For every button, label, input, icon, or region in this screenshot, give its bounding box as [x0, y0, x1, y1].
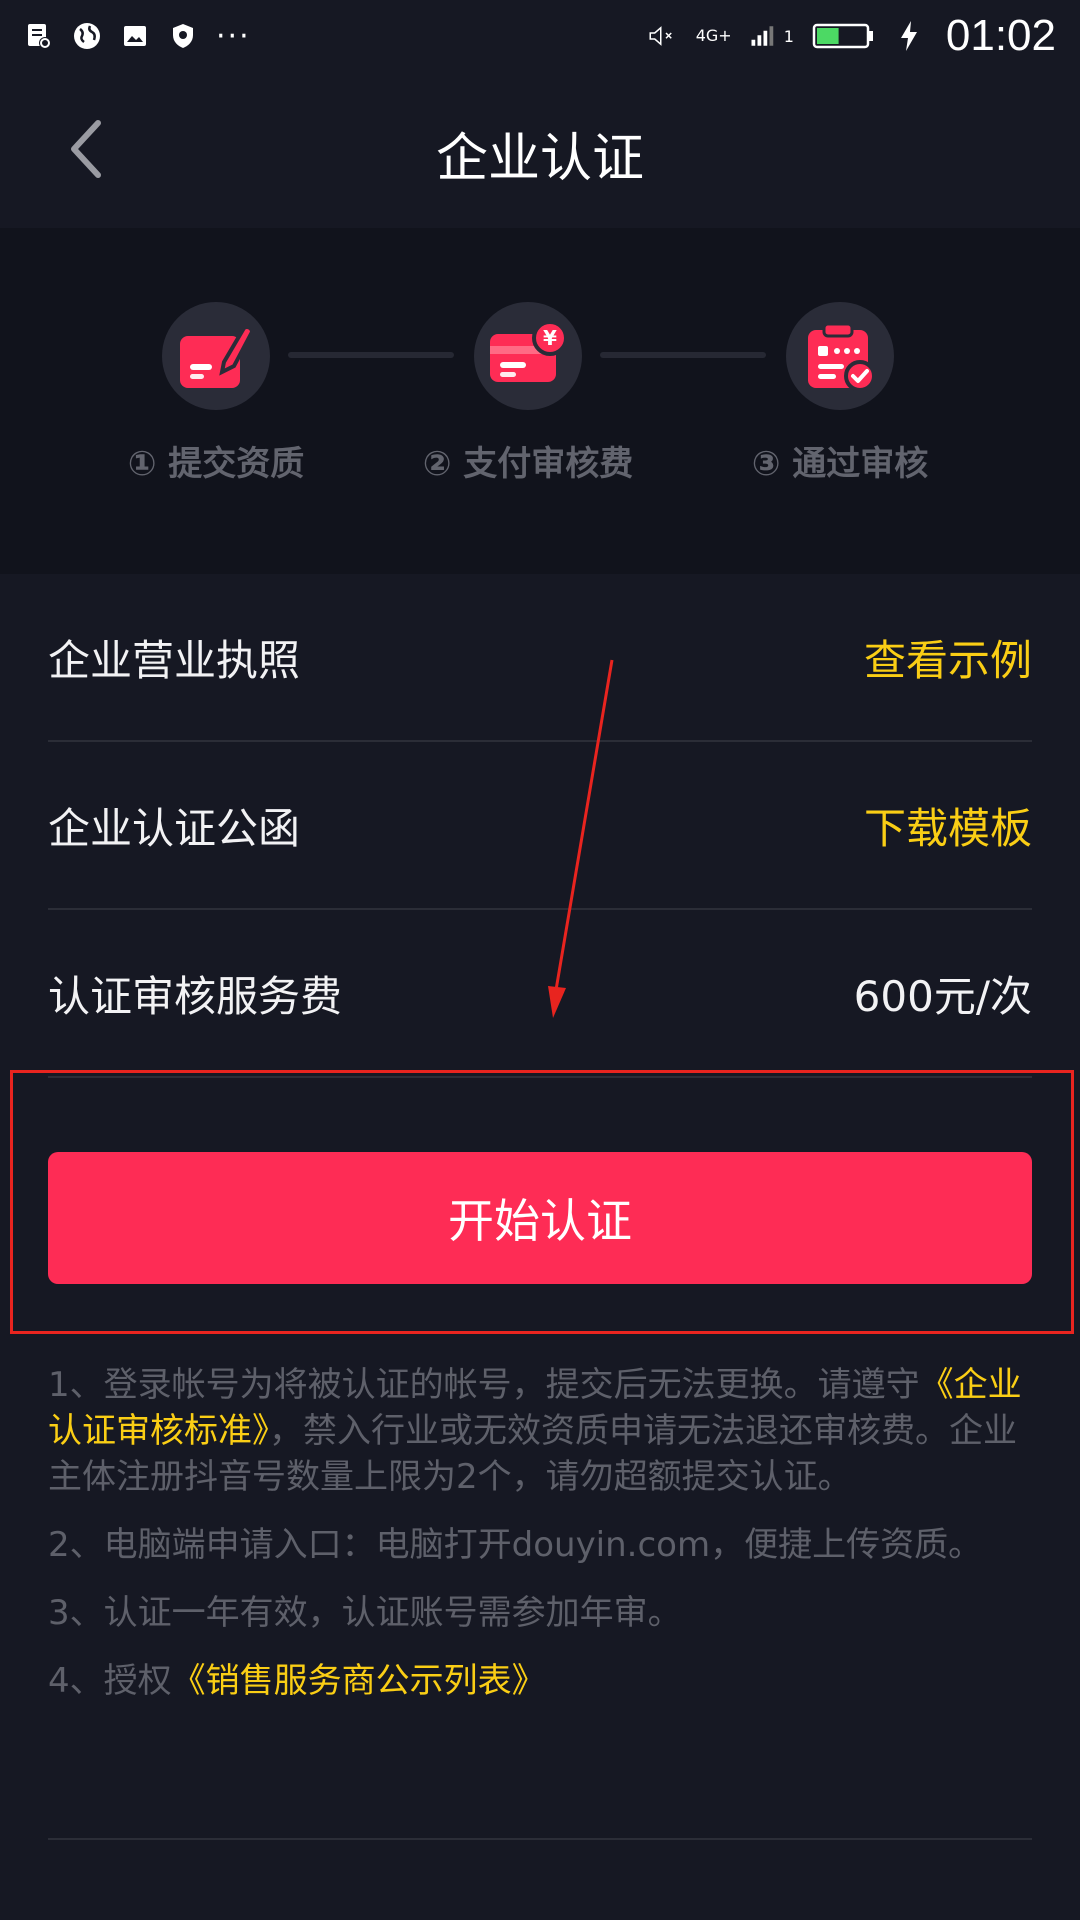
- certification-letter-label: 企业认证公函: [48, 803, 301, 853]
- start-certification-button[interactable]: 开始认证: [48, 1152, 1032, 1284]
- steps-panel: ① 提交资质 ¥ ② 支付审核费 ③ 通过审核: [0, 228, 1080, 574]
- business-license-row: 企业营业执照 查看示例: [48, 574, 1032, 742]
- globe-icon: [72, 21, 102, 51]
- network-type-label: 4G+: [695, 26, 732, 45]
- step-approve: ③ 通过审核: [690, 302, 990, 485]
- bottom-divider: [48, 1838, 1032, 1840]
- note-4-text: 4、授权: [48, 1661, 172, 1701]
- image-icon: [120, 21, 150, 51]
- certification-letter-row: 企业认证公函 下载模板: [48, 742, 1032, 910]
- step-label: ① 提交资质: [127, 444, 305, 484]
- network-type: 4G+: [695, 26, 732, 45]
- view-example-link[interactable]: 查看示例: [864, 627, 1032, 688]
- service-fee-row: 认证审核服务费 600元/次: [48, 910, 1032, 1078]
- notes-section: 1、登录帐号为将被认证的帐号，提交后无法更换。请遵守《企业认证审核标准》，禁入行…: [48, 1362, 1032, 1726]
- sim-slot: 1: [783, 26, 794, 46]
- nav-bar: 企业认证: [0, 72, 1080, 226]
- note-1: 1、登录帐号为将被认证的帐号，提交后无法更换。请遵守《企业认证审核标准》，禁入行…: [48, 1362, 1032, 1500]
- notification-icon: [24, 21, 54, 51]
- battery-icon: [812, 21, 876, 51]
- step-circle: [162, 302, 270, 410]
- mute-icon: [648, 21, 678, 51]
- approved-clipboard-icon: [808, 322, 876, 392]
- step-label: ② 支付审核费: [422, 444, 634, 484]
- step-circle: ¥: [474, 302, 582, 410]
- status-right-icons: 4G+ 1 01:02: [648, 11, 1056, 61]
- step-label: ③ 通过审核: [751, 444, 929, 484]
- clock: 01:02: [945, 11, 1056, 60]
- sales-provider-list-link[interactable]: 《销售服务商公示列表》: [172, 1661, 546, 1701]
- page-title: 企业认证: [435, 129, 644, 189]
- edit-document-icon: [180, 325, 255, 388]
- signal-icon: [750, 21, 780, 51]
- download-template-link[interactable]: 下载模板: [864, 795, 1032, 856]
- card-payment-icon: ¥: [490, 320, 568, 382]
- note-1-text: 1、登录帐号为将被认证的帐号，提交后无法更换。请遵守: [48, 1365, 920, 1405]
- service-fee-value: 600元/次: [853, 971, 1032, 1021]
- note-2: 2、电脑端申请入口：电脑打开douyin.com，便捷上传资质。: [48, 1525, 983, 1565]
- status-left-icons: ···: [24, 19, 251, 54]
- step-circle: [786, 302, 894, 410]
- more-indicator: ···: [216, 18, 251, 54]
- note-3: 3、认证一年有效，认证账号需参加年审。: [48, 1593, 682, 1633]
- svg-text:¥: ¥: [543, 326, 557, 350]
- step-pay: ¥ ② 支付审核费: [378, 302, 678, 485]
- note-4: 4、授权《销售服务商公示列表》: [48, 1658, 1032, 1704]
- step-submit: ① 提交资质: [66, 302, 366, 485]
- charging-icon: [894, 21, 924, 51]
- shield-icon: [168, 21, 198, 51]
- status-bar: ··· 4G+ 1 01:02: [0, 0, 1080, 72]
- business-license-label: 企业营业执照: [48, 635, 301, 685]
- service-fee-label: 认证审核服务费: [48, 971, 343, 1021]
